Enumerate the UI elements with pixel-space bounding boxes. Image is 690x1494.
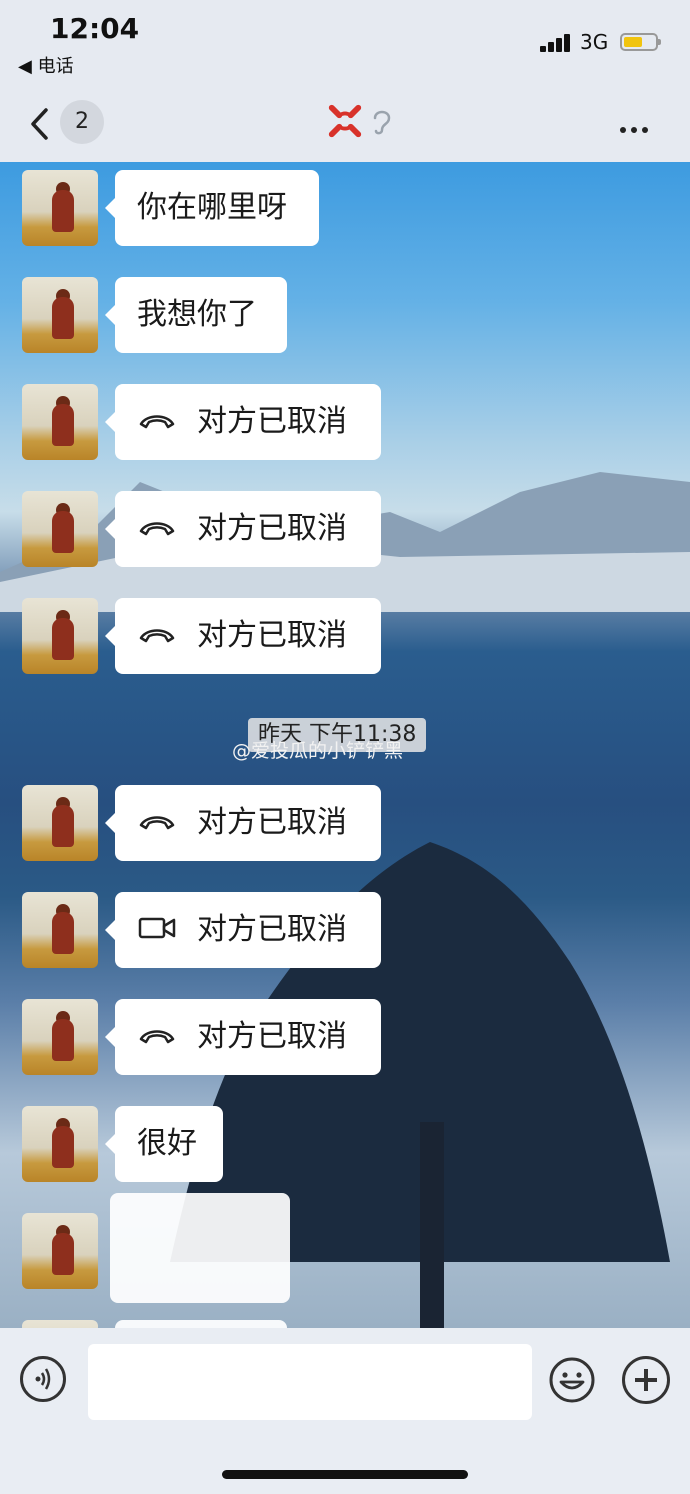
message-bubble[interactable]: 我想你了 bbox=[105, 277, 287, 353]
message-row bbox=[0, 1320, 690, 1328]
message-row: 对方已取消 bbox=[0, 785, 690, 861]
message-row: 对方已取消 bbox=[0, 999, 690, 1075]
call-status-text: 对方已取消 bbox=[197, 511, 347, 546]
battery-icon bbox=[620, 33, 661, 51]
contact-avatar[interactable] bbox=[22, 1106, 98, 1182]
call-bubble[interactable]: 对方已取消 bbox=[105, 491, 381, 567]
message-row: 对方已取消 bbox=[0, 491, 690, 567]
contact-avatar[interactable] bbox=[22, 170, 98, 246]
contact-avatar[interactable] bbox=[22, 598, 98, 674]
status-time: 12:04 bbox=[50, 12, 140, 45]
message-row: 很好 bbox=[0, 1106, 690, 1182]
contact-avatar[interactable] bbox=[22, 892, 98, 968]
phone-hangup-icon bbox=[139, 521, 175, 535]
unread-count-badge[interactable]: 2 bbox=[60, 100, 104, 144]
status-bar: 12:04 ◀ 电话 3G bbox=[0, 0, 690, 90]
phone-hangup-icon bbox=[139, 414, 175, 428]
message-row bbox=[0, 1193, 690, 1303]
call-bubble[interactable]: 对方已取消 bbox=[105, 999, 381, 1075]
more-actions-button[interactable] bbox=[622, 1356, 670, 1404]
video-call-bubble[interactable]: 对方已取消 bbox=[105, 892, 381, 968]
contact-avatar[interactable] bbox=[22, 1213, 98, 1289]
call-status-text: 对方已取消 bbox=[197, 805, 347, 840]
message-row: 对方已取消 bbox=[0, 384, 690, 460]
message-row: 我想你了 bbox=[0, 277, 690, 353]
message-list[interactable]: 你在哪里呀 我想你了 对方已取消 对方已取消 对方已取消 昨天 下午11:38 … bbox=[0, 162, 690, 1328]
contact-avatar[interactable] bbox=[22, 277, 98, 353]
contact-avatar[interactable] bbox=[22, 384, 98, 460]
phone-hangup-icon bbox=[139, 628, 175, 642]
home-indicator[interactable] bbox=[222, 1470, 468, 1479]
call-bubble[interactable]: 对方已取消 bbox=[105, 785, 381, 861]
voice-icon bbox=[35, 1368, 51, 1390]
message-text: 我想你了 bbox=[137, 297, 257, 332]
call-status-text: 对方已取消 bbox=[197, 912, 347, 947]
ear-icon bbox=[373, 110, 391, 135]
emoji-button[interactable] bbox=[548, 1356, 596, 1404]
voice-input-button[interactable] bbox=[20, 1356, 66, 1402]
contact-avatar[interactable] bbox=[22, 785, 98, 861]
message-text: 你在哪里呀 bbox=[137, 190, 287, 225]
call-status-text: 对方已取消 bbox=[197, 1019, 347, 1054]
redacted-message bbox=[110, 1193, 290, 1303]
redacted-message bbox=[115, 1320, 287, 1328]
message-bubble[interactable]: 你在哪里呀 bbox=[105, 170, 319, 246]
call-status-text: 对方已取消 bbox=[197, 618, 347, 653]
contact-avatar[interactable] bbox=[22, 1320, 98, 1328]
signal-strength-icon bbox=[540, 34, 574, 52]
network-type: 3G bbox=[580, 30, 609, 54]
call-status-text: 对方已取消 bbox=[197, 404, 347, 439]
phone-hangup-icon bbox=[139, 815, 175, 829]
contact-avatar[interactable] bbox=[22, 491, 98, 567]
message-row: 对方已取消 bbox=[0, 598, 690, 674]
more-options-button[interactable] bbox=[620, 118, 653, 137]
message-bubble[interactable]: 很好 bbox=[105, 1106, 223, 1182]
chat-header: 2 bbox=[0, 90, 690, 162]
input-bar bbox=[0, 1328, 690, 1494]
back-chevron-icon[interactable] bbox=[26, 104, 56, 144]
watermark-text: @爱投瓜的小铲铲黑 bbox=[232, 740, 404, 762]
angry-face-icon bbox=[328, 104, 362, 138]
phone-hangup-icon bbox=[139, 1029, 175, 1043]
back-to-app-link[interactable]: ◀ 电话 bbox=[18, 52, 74, 78]
video-camera-icon bbox=[138, 917, 176, 938]
contact-avatar[interactable] bbox=[22, 999, 98, 1075]
call-bubble[interactable]: 对方已取消 bbox=[105, 598, 381, 674]
call-bubble[interactable]: 对方已取消 bbox=[105, 384, 381, 460]
message-row: 对方已取消 bbox=[0, 892, 690, 968]
message-text: 很好 bbox=[137, 1126, 197, 1161]
message-row: 你在哪里呀 bbox=[0, 170, 690, 246]
message-input[interactable] bbox=[88, 1344, 532, 1420]
